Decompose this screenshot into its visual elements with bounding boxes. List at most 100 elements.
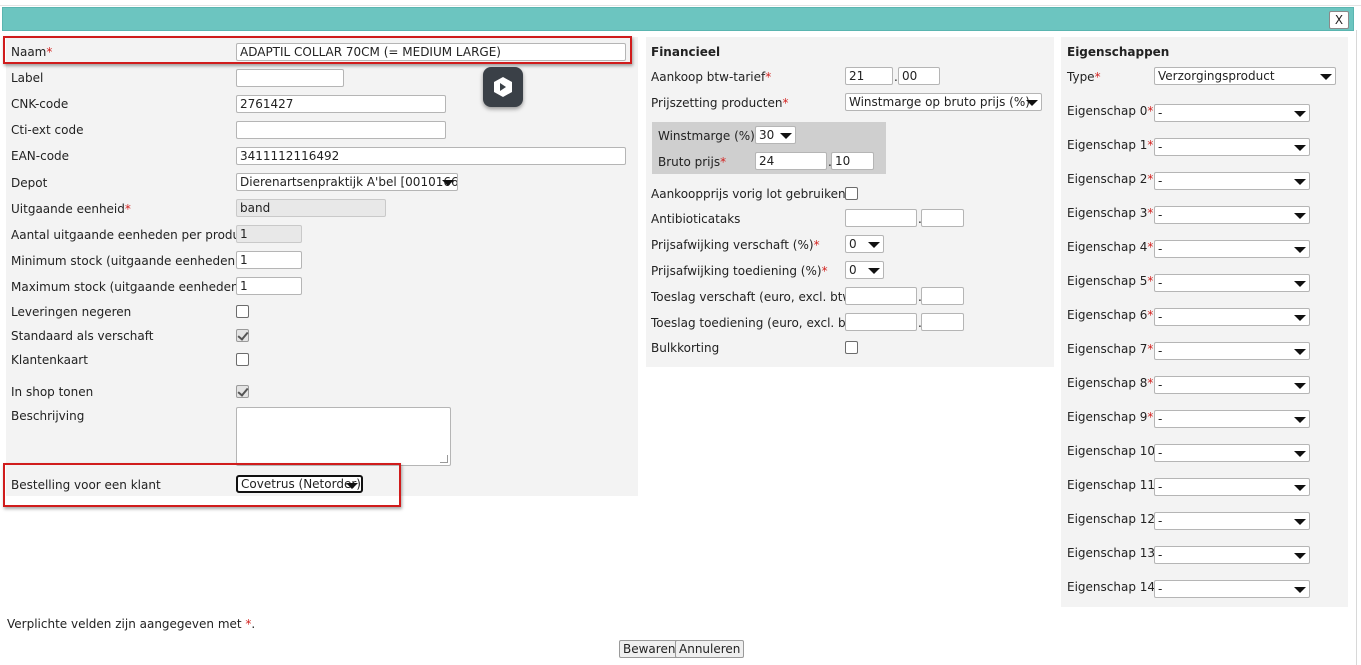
bulkkorting-checkbox[interactable] bbox=[845, 341, 858, 354]
eigenschap-label-text: Eigenschap 0 bbox=[1067, 104, 1148, 118]
eigenschap-select[interactable]: - bbox=[1154, 274, 1310, 292]
vorig-lot-checkbox[interactable] bbox=[845, 187, 858, 200]
eigenschap-label: Eigenschap 13* bbox=[1067, 545, 1161, 561]
toeslag-verschaft-dec-input[interactable] bbox=[921, 287, 964, 305]
eigenschap-label-text: Eigenschap 2 bbox=[1067, 172, 1148, 186]
ctiext-input[interactable] bbox=[236, 121, 446, 139]
chevron-down-icon bbox=[1294, 383, 1306, 389]
cancel-button[interactable]: Annuleren bbox=[675, 640, 745, 658]
eigenschap-select[interactable]: - bbox=[1154, 546, 1310, 564]
prijszetting-select[interactable]: Winstmarge op bruto prijs (%) bbox=[845, 93, 1042, 111]
leveringen-negeren-label: Leveringen negeren bbox=[11, 305, 132, 319]
eigenschap-select[interactable]: - bbox=[1154, 104, 1310, 122]
prijsafwijking-toediening-select[interactable]: 0 bbox=[845, 261, 884, 279]
aantal-label: Aantal uitgaande eenheden per product* bbox=[11, 228, 257, 242]
eigenschap-select-value: - bbox=[1158, 344, 1163, 358]
eigenschap-label: Eigenschap 6* bbox=[1067, 307, 1153, 323]
minimum-stock-label: Minimum stock (uitgaande eenheden)* bbox=[11, 254, 246, 268]
eigenschap-label: Eigenschap 5* bbox=[1067, 273, 1153, 289]
chevron-down-icon bbox=[1294, 281, 1306, 287]
eigenschap-label: Eigenschap 11* bbox=[1067, 477, 1161, 493]
bruto-prijs-dec-input[interactable]: 10 bbox=[831, 152, 874, 170]
required-mark: * bbox=[1147, 104, 1154, 118]
resize-grip-icon[interactable] bbox=[440, 455, 448, 463]
eigenschap-select-value: - bbox=[1158, 412, 1163, 426]
dialog-titlebar: X bbox=[2, 7, 1354, 31]
toeslag-verschaft-label: Toeslag verschaft (euro, excl. btw) bbox=[651, 290, 857, 304]
minimum-stock-input[interactable]: 1 bbox=[236, 251, 302, 269]
eigenschap-label-text: Eigenschap 11 bbox=[1067, 478, 1156, 492]
save-button[interactable]: Bewaren bbox=[619, 640, 680, 658]
eigenschap-select[interactable]: - bbox=[1154, 512, 1310, 530]
eigenschap-label-text: Eigenschap 3 bbox=[1067, 206, 1148, 220]
required-mark: * bbox=[1147, 206, 1154, 220]
eigenschap-select[interactable]: - bbox=[1154, 172, 1310, 190]
btw-tarief-dec-input[interactable]: 00 bbox=[898, 67, 940, 85]
antibioticataks-label: Antibioticataks bbox=[651, 212, 741, 226]
eigenschap-label-text: Eigenschap 4 bbox=[1067, 240, 1148, 254]
btw-tarief-int-input[interactable]: 21 bbox=[845, 67, 893, 85]
eigenschap-label-text: Eigenschap 6 bbox=[1067, 308, 1148, 322]
in-shop-tonen-checkbox[interactable] bbox=[236, 385, 249, 398]
leveringen-negeren-checkbox[interactable] bbox=[236, 305, 249, 318]
toeslag-toediening-dec-input[interactable] bbox=[921, 313, 964, 331]
ctiext-label: Cti-ext code bbox=[11, 123, 84, 137]
aantal-field: 1 bbox=[236, 225, 302, 243]
eigenschap-select[interactable]: - bbox=[1154, 410, 1310, 428]
chevron-down-icon bbox=[1294, 519, 1306, 525]
required-mark: * bbox=[1147, 376, 1154, 390]
uitgaande-eenheid-label: Uitgaande eenheid* bbox=[11, 202, 131, 216]
chevron-down-icon bbox=[1294, 485, 1306, 491]
eigenschap-select-value: - bbox=[1158, 276, 1163, 290]
chevron-down-icon bbox=[868, 268, 880, 274]
eigenschap-select[interactable]: - bbox=[1154, 206, 1310, 224]
eigenschap-select[interactable]: - bbox=[1154, 478, 1310, 496]
beschrijving-textarea[interactable] bbox=[236, 407, 451, 466]
klantenkaart-checkbox[interactable] bbox=[236, 353, 249, 366]
floating-assistant-button[interactable] bbox=[483, 67, 523, 107]
depot-select[interactable]: Dierenartsenpraktijk A'bel [00101667] bbox=[236, 173, 458, 191]
chevron-down-icon bbox=[1294, 553, 1306, 559]
eigenschap-select-value: - bbox=[1158, 514, 1163, 528]
standaard-verschaft-checkbox[interactable] bbox=[236, 329, 249, 342]
eigenschap-select[interactable]: - bbox=[1154, 308, 1310, 326]
prijsafwijking-toediening-label: Prijsafwijking toediening (%)* bbox=[651, 264, 828, 278]
antibioticataks-dec-input[interactable] bbox=[921, 209, 964, 227]
chevron-down-icon bbox=[1026, 100, 1038, 106]
required-mark: * bbox=[1147, 240, 1154, 254]
winstmarge-label: Winstmarge (%)* bbox=[658, 129, 761, 143]
eigenschap-select[interactable]: - bbox=[1154, 138, 1310, 156]
cnk-input[interactable]: 2761427 bbox=[236, 95, 446, 113]
cnk-label: CNK-code bbox=[11, 97, 69, 111]
chevron-down-icon bbox=[1294, 315, 1306, 321]
eigenschap-select[interactable]: - bbox=[1154, 580, 1310, 598]
prijsafwijking-verschaft-select[interactable]: 0 bbox=[845, 235, 884, 253]
eigenschap-select-value: - bbox=[1158, 548, 1163, 562]
eigenschap-select[interactable]: - bbox=[1154, 240, 1310, 258]
highlight-bestelling-box bbox=[3, 463, 401, 507]
eigenschap-select[interactable]: - bbox=[1154, 444, 1310, 462]
chevron-down-icon bbox=[1294, 145, 1306, 151]
chevron-down-icon bbox=[780, 133, 792, 139]
ean-input[interactable]: 3411112116492 bbox=[236, 147, 626, 165]
toeslag-toediening-int-input[interactable] bbox=[845, 313, 917, 331]
close-button[interactable]: X bbox=[1329, 11, 1349, 29]
chevron-down-icon bbox=[868, 242, 880, 248]
standaard-verschaft-label: Standaard als verschaft bbox=[11, 329, 154, 343]
required-fields-note: Verplichte velden zijn aangegeven met *. bbox=[7, 617, 256, 631]
required-mark: * bbox=[1147, 308, 1154, 322]
chevron-down-icon bbox=[1294, 179, 1306, 185]
eigenschap-select[interactable]: - bbox=[1154, 376, 1310, 394]
bruto-prijs-int-input[interactable]: 24 bbox=[755, 152, 827, 170]
eigenschap-label: Eigenschap 10* bbox=[1067, 443, 1161, 459]
chevron-down-icon bbox=[442, 180, 454, 186]
highlight-naam-box bbox=[3, 36, 632, 64]
type-select[interactable]: Verzorgingsproduct bbox=[1154, 67, 1336, 85]
label-input[interactable] bbox=[236, 69, 344, 87]
dialog-right-border bbox=[1356, 30, 1357, 665]
eigenschap-select[interactable]: - bbox=[1154, 342, 1310, 360]
maximum-stock-input[interactable]: 1 bbox=[236, 277, 302, 295]
winstmarge-select[interactable]: 30 bbox=[755, 126, 796, 144]
toeslag-verschaft-int-input[interactable] bbox=[845, 287, 917, 305]
antibioticataks-int-input[interactable] bbox=[845, 209, 917, 227]
